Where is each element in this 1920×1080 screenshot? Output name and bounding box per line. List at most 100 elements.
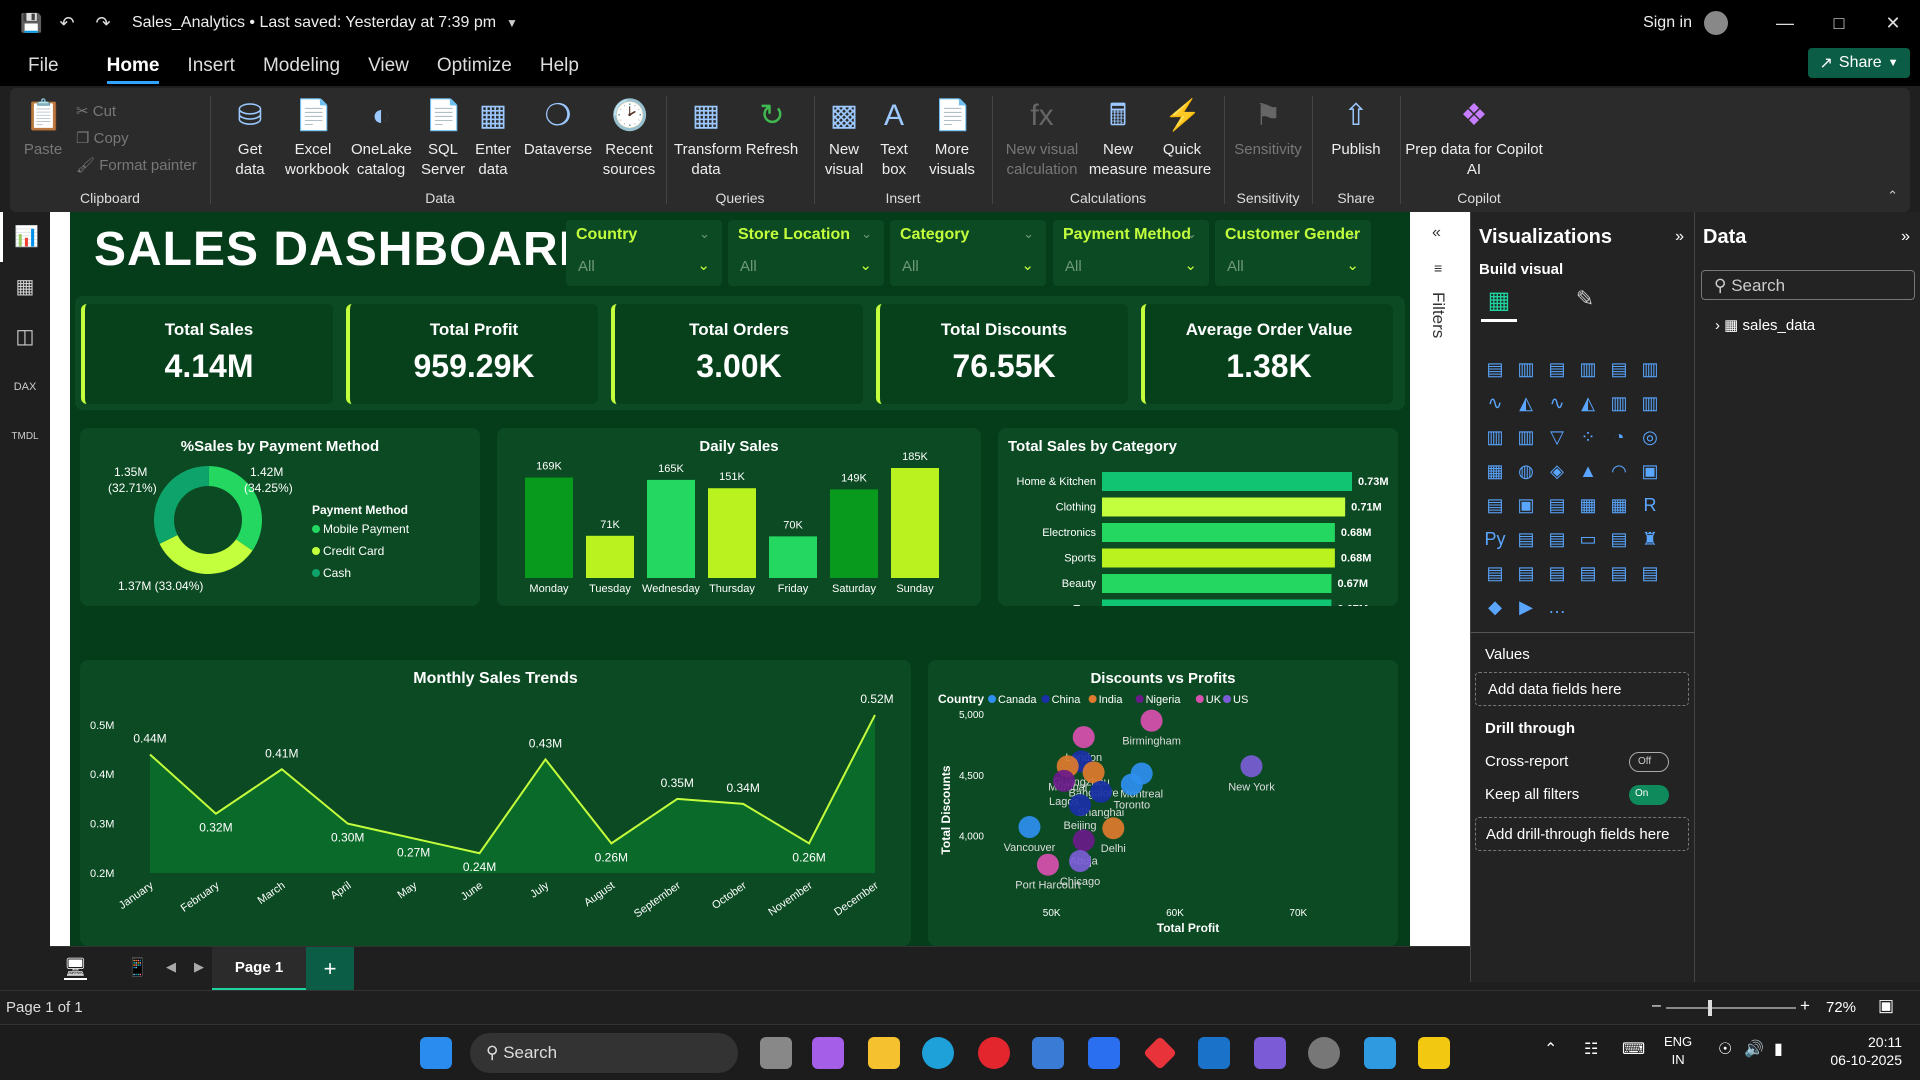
line-column-icon[interactable]: ∿ xyxy=(1543,389,1571,417)
chevron-down-icon[interactable]: ▼ xyxy=(506,16,518,30)
language-indicator[interactable]: ENG IN xyxy=(1664,1033,1692,1069)
battery-icon[interactable]: ▮ xyxy=(1774,1039,1783,1059)
python-visual-icon[interactable]: Py xyxy=(1481,525,1509,553)
store-icon[interactable] xyxy=(1032,1037,1064,1069)
sql-server-button[interactable]: 📄 SQL Server xyxy=(421,96,465,180)
keep-filters-toggle[interactable]: On xyxy=(1629,785,1669,805)
card-icon[interactable]: ▣ xyxy=(1636,457,1664,485)
new-visual-calculation-button[interactable]: fx New visual calculation xyxy=(1002,96,1082,180)
decomposition-icon[interactable]: ▤ xyxy=(1543,525,1571,553)
line-chart-icon[interactable]: ∿ xyxy=(1481,389,1509,417)
treemap-icon[interactable]: ▦ xyxy=(1481,457,1509,485)
azure-map-icon[interactable]: ▲ xyxy=(1574,457,1602,485)
dax-query-icon[interactable]: DAX xyxy=(0,362,50,412)
network-icon[interactable]: ☷ xyxy=(1584,1039,1598,1059)
tmdl-view-icon[interactable]: TMDL xyxy=(0,412,50,462)
close-icon[interactable]: ✕ xyxy=(1866,13,1920,34)
transform-data-button[interactable]: ▦ Transform data xyxy=(674,96,742,180)
menu-modeling[interactable]: Modeling xyxy=(263,55,340,77)
kpi-total-discounts[interactable]: Total Discounts 76.55K xyxy=(876,304,1128,404)
filters-pane[interactable]: « ≡ Filters xyxy=(1410,212,1470,982)
trophy-icon[interactable]: ♜ xyxy=(1636,525,1664,553)
excel-button[interactable]: 📄 Excel workbook xyxy=(285,96,349,180)
collapse-visualizations-icon[interactable]: » xyxy=(1675,228,1684,246)
copilot-app-icon[interactable] xyxy=(812,1037,844,1069)
outlook-icon[interactable] xyxy=(1198,1037,1230,1069)
daily-sales-chart[interactable]: Daily Sales 169K Monday 71K Tuesday 165K Wedn… xyxy=(497,428,981,606)
power-apps-icon[interactable]: ▤ xyxy=(1512,559,1540,587)
stacked-bar-icon[interactable]: ▤ xyxy=(1481,355,1509,383)
slicer-store-location[interactable]: Store Location ⌄ All ⌄ xyxy=(728,220,884,286)
menu-insert[interactable]: Insert xyxy=(187,55,235,77)
refresh-button[interactable]: ↻ Refresh xyxy=(744,96,800,160)
menu-help[interactable]: Help xyxy=(540,55,579,77)
quick-measure-button[interactable]: ⚡ Quick measure xyxy=(1152,96,1212,180)
dropbox-icon[interactable] xyxy=(1088,1037,1120,1069)
wifi-icon[interactable]: ☉ xyxy=(1718,1039,1732,1059)
zoom-level[interactable]: 72% xyxy=(1826,999,1856,1016)
volume-icon[interactable]: 🔊 xyxy=(1744,1039,1764,1059)
settings-icon[interactable] xyxy=(1308,1037,1340,1069)
donut-icon[interactable]: ◎ xyxy=(1636,423,1664,451)
kpi-total-profit[interactable]: Total Profit 959.29K xyxy=(346,304,598,404)
report-view-icon[interactable]: 📊 xyxy=(0,212,50,262)
vpn-icon[interactable] xyxy=(1254,1037,1286,1069)
slicer-icon[interactable]: ▤ xyxy=(1543,491,1571,519)
slicer-payment-method[interactable]: Payment Method ⌄ All ⌄ xyxy=(1053,220,1209,286)
cut-button[interactable]: ✂ Cut xyxy=(76,98,197,125)
tab-page-1[interactable]: Page 1 xyxy=(212,947,306,991)
discounts-profits-chart[interactable]: Discounts vs Profits Country Canada China I… xyxy=(928,660,1398,946)
category-sales-chart[interactable]: Total Sales by Category Home & Kitchen 0.… xyxy=(998,428,1398,606)
kpi-icon[interactable]: ▣ xyxy=(1512,491,1540,519)
save-icon[interactable]: 💾 xyxy=(20,12,42,34)
r-visual-icon[interactable]: R xyxy=(1636,491,1664,519)
stacked-area-icon[interactable]: ◭ xyxy=(1574,389,1602,417)
format-painter-button[interactable]: 🖌 Format painter xyxy=(76,152,197,179)
onelake-button[interactable]: ◐ OneLake catalog xyxy=(351,96,412,180)
slicer-category[interactable]: Category ⌄ All ⌄ xyxy=(890,220,1046,286)
menu-home[interactable]: Home xyxy=(106,55,160,84)
payment-method-chart[interactable]: %Sales by Payment Method 1.42M (34.25%) 1.… xyxy=(80,428,480,606)
narrative-icon[interactable]: ▤ xyxy=(1605,525,1633,553)
area-chart-icon[interactable]: ◭ xyxy=(1512,389,1540,417)
dataverse-button[interactable]: ❍ Dataverse xyxy=(523,96,593,160)
maximize-icon[interactable]: □ xyxy=(1812,13,1866,34)
edge-icon[interactable] xyxy=(922,1037,954,1069)
table-icon[interactable]: ▦ xyxy=(1574,491,1602,519)
combo-icon[interactable]: ▥ xyxy=(1481,423,1509,451)
fit-to-page-icon[interactable]: ▣ xyxy=(1878,996,1894,1016)
data-search-input[interactable]: ⚲ Search xyxy=(1701,270,1915,300)
publish-button[interactable]: ⇧ Publish xyxy=(1322,96,1390,160)
add-page-button[interactable]: + xyxy=(306,947,354,991)
get-more-visuals-icon[interactable]: ▶ xyxy=(1512,593,1540,621)
paste-button[interactable]: 📋 Paste xyxy=(20,96,66,160)
model-view-icon[interactable]: ◫ xyxy=(0,312,50,362)
gauge-icon[interactable]: ◠ xyxy=(1605,457,1633,485)
slicer-country[interactable]: Country ⌄ All ⌄ xyxy=(566,220,722,286)
custom-1-icon[interactable]: ▤ xyxy=(1605,559,1633,587)
combo2-icon[interactable]: ▥ xyxy=(1512,423,1540,451)
copy-button[interactable]: ❐ Copy xyxy=(76,125,197,152)
build-visual-tab-icon[interactable]: ▦ xyxy=(1481,286,1517,322)
diamond-icon[interactable]: ◆ xyxy=(1481,593,1509,621)
share-button[interactable]: ↗ Share ▼ xyxy=(1808,48,1910,78)
new-visual-button[interactable]: ▩ New visual xyxy=(822,96,866,180)
undo-icon[interactable]: ↶ xyxy=(56,12,78,34)
stacked-column-icon[interactable]: ▥ xyxy=(1512,355,1540,383)
table-sales-data[interactable]: › ▦ sales_data xyxy=(1715,316,1815,334)
drill-through-drop-zone[interactable]: Add drill-through fields here xyxy=(1475,817,1689,851)
redo-icon[interactable]: ↷ xyxy=(92,12,114,34)
filled-map-icon[interactable]: ◈ xyxy=(1543,457,1571,485)
get-data-button[interactable]: ⛁ Get data xyxy=(225,96,275,180)
collapse-data-icon[interactable]: » xyxy=(1901,228,1910,246)
multirow-card-icon[interactable]: ▤ xyxy=(1481,491,1509,519)
sensitivity-button[interactable]: ⚑ Sensitivity xyxy=(1232,96,1304,160)
key-influencers-icon[interactable]: ▤ xyxy=(1512,525,1540,553)
zoom-thumb[interactable] xyxy=(1708,1000,1712,1016)
start-icon[interactable] xyxy=(420,1037,452,1069)
map-icon[interactable]: ◍ xyxy=(1512,457,1540,485)
enter-data-button[interactable]: ▦ Enter data xyxy=(471,96,515,180)
file-explorer-icon[interactable] xyxy=(868,1037,900,1069)
kpi-total-sales[interactable]: Total Sales 4.14M xyxy=(81,304,333,404)
mobile-layout-icon[interactable]: 📱 xyxy=(126,957,148,978)
